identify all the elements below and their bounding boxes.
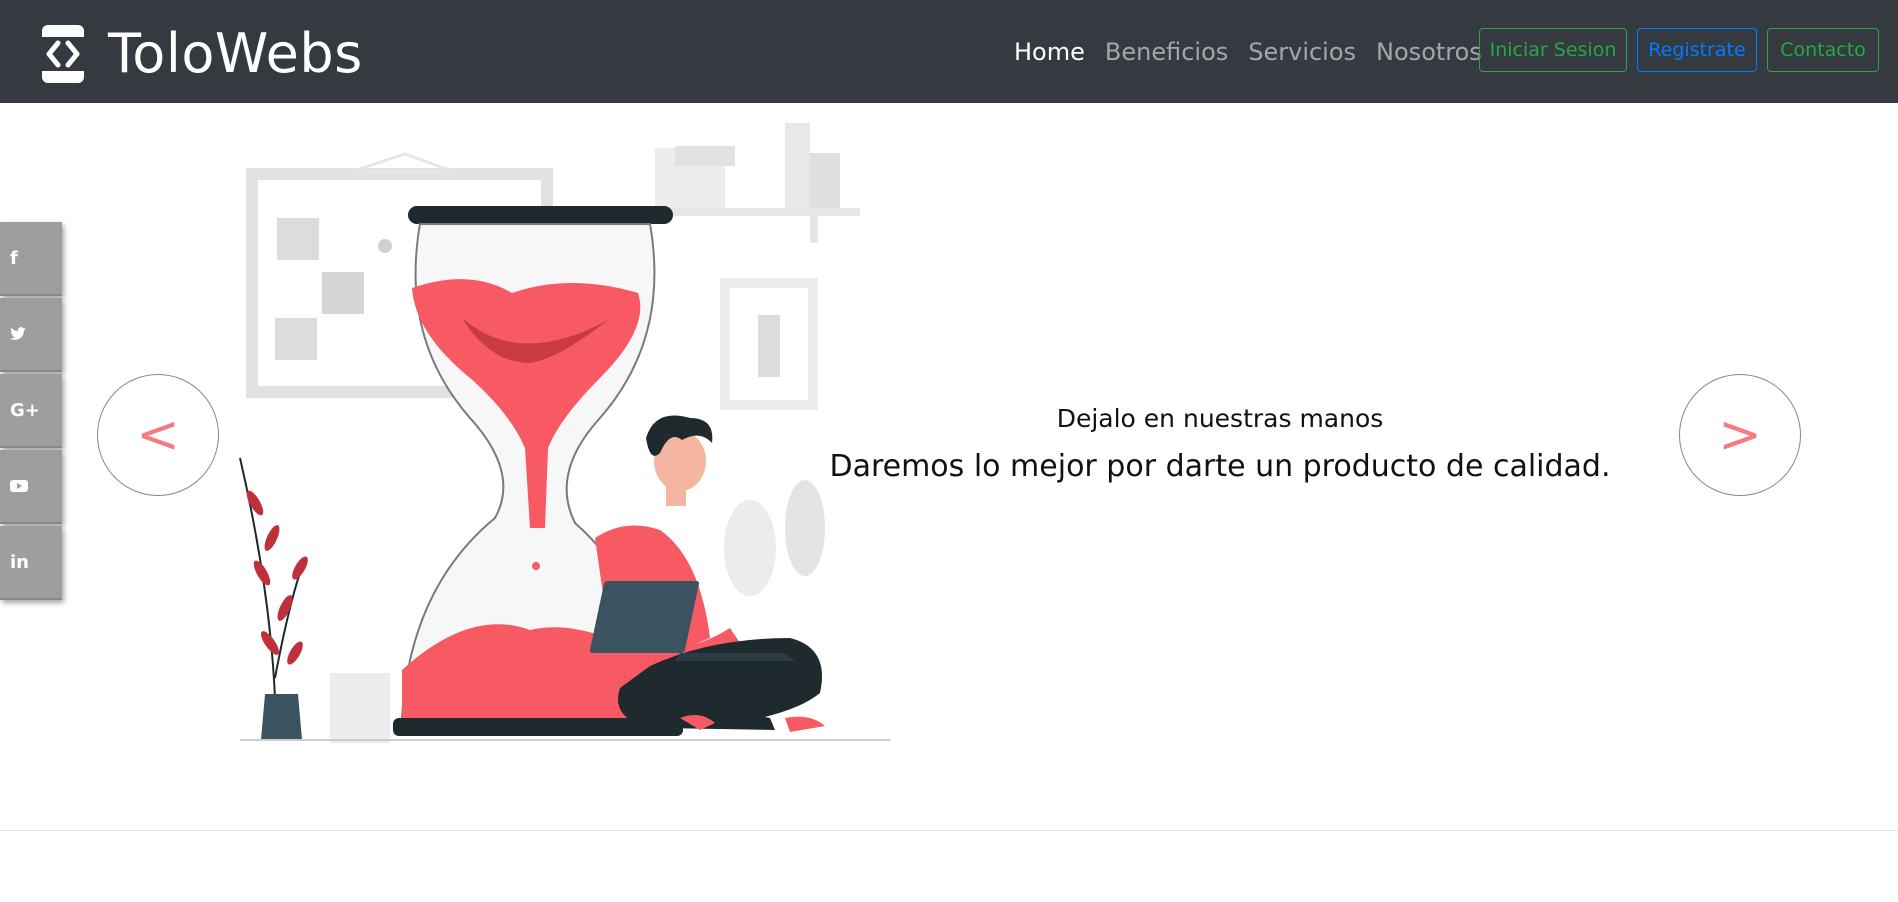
nav-links: Home Beneficios Servicios Nosotros: [1014, 32, 1502, 72]
youtube-play-glyph: [10, 480, 28, 492]
login-button[interactable]: Iniciar Sesion: [1479, 28, 1627, 72]
section-divider: [0, 830, 1898, 831]
twitter-bird-glyph: [10, 327, 26, 340]
nav-link-nosotros[interactable]: Nosotros: [1376, 32, 1482, 72]
carousel-subtitle: Dejalo en nuestras manos: [1056, 404, 1384, 433]
brand-name: ToloWebs: [108, 22, 363, 85]
carousel-title: Daremos lo mejor por darte un producto d…: [829, 449, 1611, 484]
register-button[interactable]: Registrate: [1637, 28, 1757, 72]
brand[interactable]: ToloWebs: [40, 22, 363, 86]
google-plus-icon[interactable]: G+: [0, 374, 62, 448]
nav-link-servicios[interactable]: Servicios: [1248, 32, 1356, 72]
contact-button[interactable]: Contacto: [1767, 28, 1879, 72]
carousel-next-button[interactable]: >: [1679, 374, 1801, 496]
navbar: ToloWebs Home Beneficios Servicios Nosot…: [0, 0, 1898, 103]
carousel-prev-button[interactable]: <: [97, 374, 219, 496]
social-sidebar: f G+ in: [0, 222, 64, 602]
hourglass-illustration: [239, 123, 890, 743]
code-brackets-icon: [42, 25, 84, 83]
linkedin-icon[interactable]: in: [0, 526, 62, 600]
twitter-icon[interactable]: [0, 298, 62, 372]
nav-link-beneficios[interactable]: Beneficios: [1105, 32, 1228, 72]
facebook-icon[interactable]: f: [0, 222, 62, 296]
nav-link-home[interactable]: Home: [1014, 32, 1085, 72]
youtube-icon[interactable]: [0, 450, 62, 524]
